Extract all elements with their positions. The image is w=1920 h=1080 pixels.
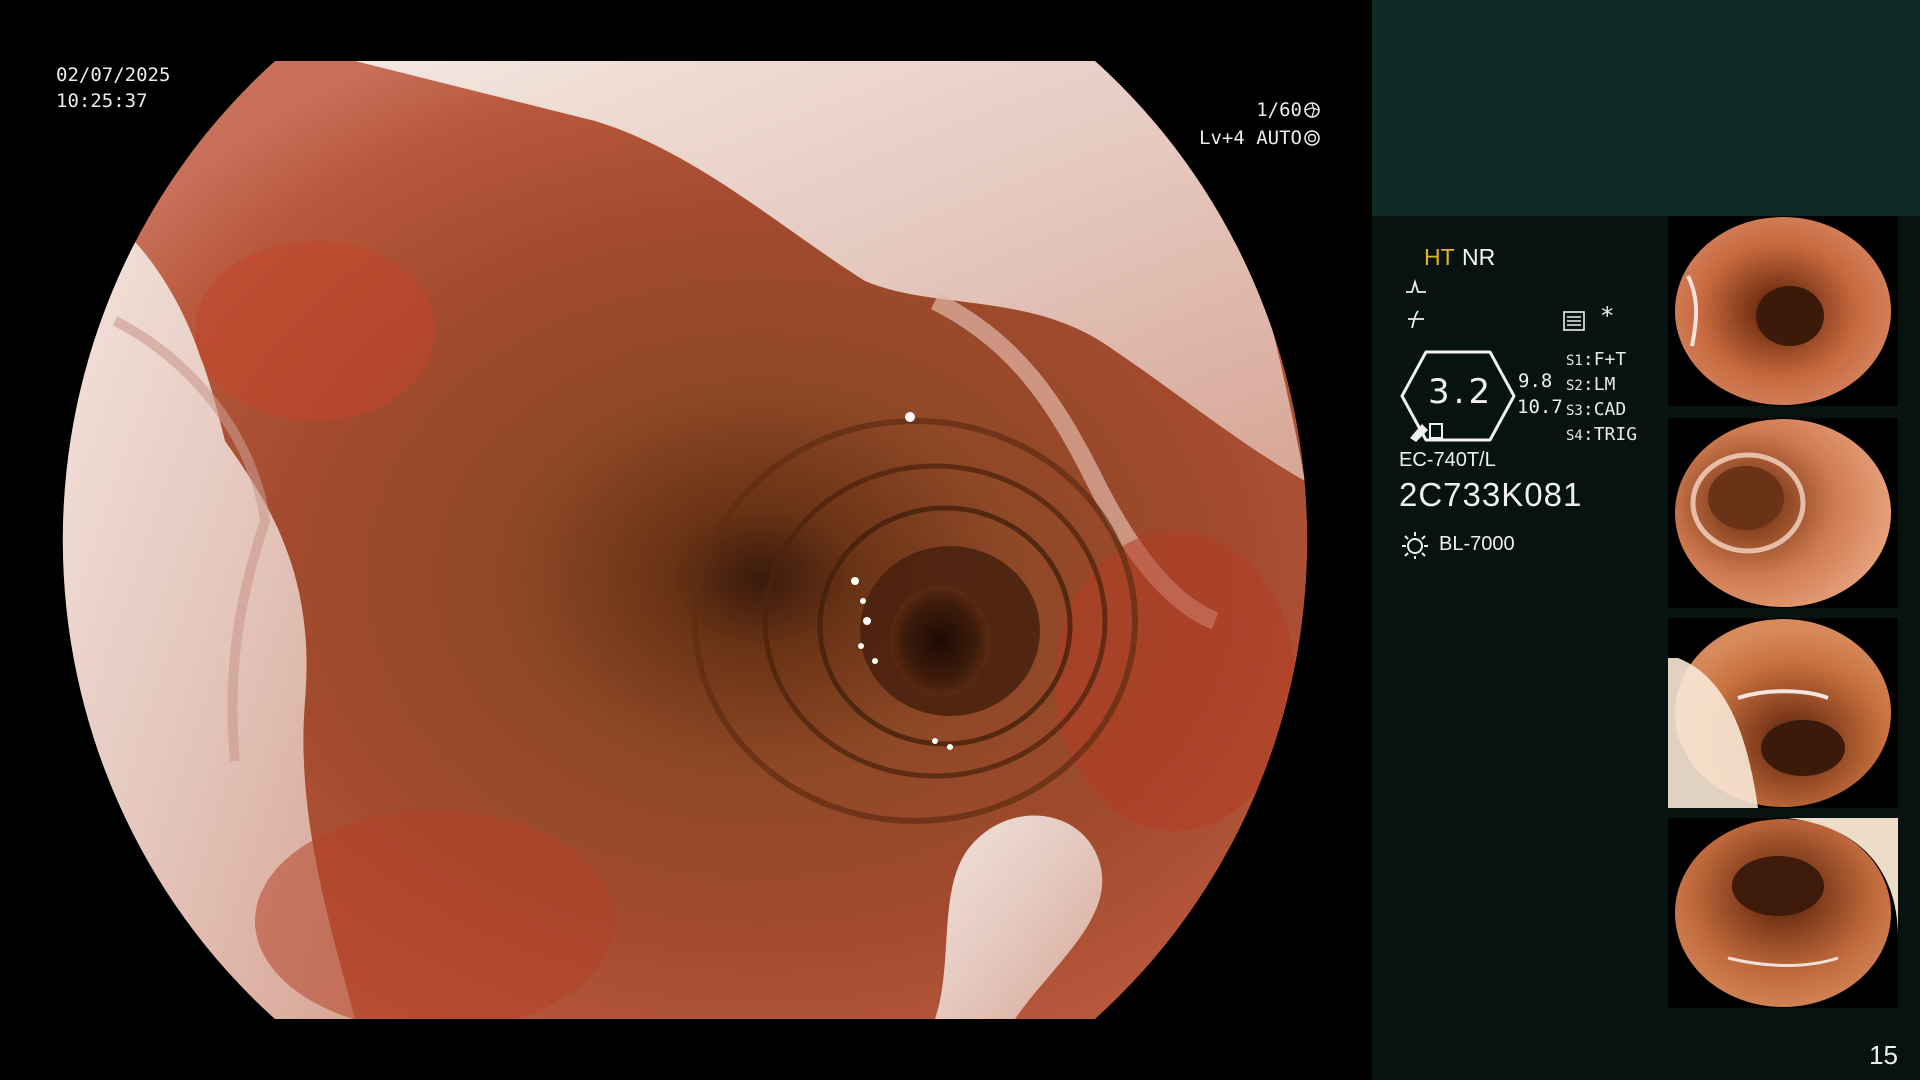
thumbnail-image <box>1675 818 1898 1007</box>
shutter-speed: 1/60 <box>1256 97 1320 124</box>
brightness-level: Lv+4 AUTO <box>1199 125 1320 152</box>
reading-a: 9.8 <box>1518 370 1553 392</box>
switch-key: S4 <box>1566 428 1583 444</box>
reading-b: 10.7 <box>1517 396 1563 418</box>
switch-1: S1:F+T <box>1566 349 1627 370</box>
thumbnail-image <box>1675 217 1891 405</box>
page-number: 15 <box>1869 1040 1898 1070</box>
zoom-value: 3.2 <box>1428 372 1495 412</box>
thumbnail-3[interactable] <box>1668 618 1898 808</box>
exam-date: 02/07/2025 <box>56 64 171 86</box>
info-panel: HT NR * 3.2 9.8 10.7 S1:F+T S2:LM S3:CAD… <box>1372 0 1920 1080</box>
switch-2: S2:LM <box>1566 374 1616 395</box>
switch-key: S1 <box>1566 353 1583 369</box>
panel-header <box>1372 0 1920 216</box>
exam-time: 10:25:37 <box>56 90 148 112</box>
switch-value: F+T <box>1593 349 1627 370</box>
thumbnail-2[interactable] <box>1668 418 1898 608</box>
enhancement-icon <box>1408 310 1424 329</box>
iris-icon <box>1304 130 1320 146</box>
brightness-level-value: Lv+4 AUTO <box>1199 127 1302 149</box>
switch-key: S2 <box>1566 378 1583 394</box>
shutter-speed-value: 1/60 <box>1256 99 1302 121</box>
scope-model: EC-740T/L <box>1399 449 1496 471</box>
switch-value: TRIG <box>1593 424 1638 445</box>
thumbnail-image <box>1675 419 1891 607</box>
light-source-model: BL-7000 <box>1439 533 1515 555</box>
switch-value: CAD <box>1593 399 1627 420</box>
thumbnail-4[interactable] <box>1668 818 1898 1008</box>
thumbnail-image <box>1668 619 1891 808</box>
gain-icon <box>1406 278 1426 293</box>
star-indicator: * <box>1600 302 1615 330</box>
mode-nr: NR <box>1462 244 1496 270</box>
switch-4: S4:TRIG <box>1566 424 1638 445</box>
scope-serial: 2C733K081 <box>1399 476 1583 513</box>
switch-3: S3:CAD <box>1566 399 1627 420</box>
shutter-icon <box>1304 102 1320 118</box>
endoscope-view: 02/07/2025 10:25:37 1/60 Lv+4 AUTO <box>0 0 1372 1080</box>
endoscope-image <box>62 61 1308 1019</box>
mode-ht: HT <box>1424 244 1455 270</box>
light-source-icon <box>1402 532 1428 559</box>
switch-value: LM <box>1593 374 1616 395</box>
thumbnail-1[interactable] <box>1668 216 1898 406</box>
switch-key: S3 <box>1566 403 1583 419</box>
structure-icon <box>1563 311 1585 331</box>
